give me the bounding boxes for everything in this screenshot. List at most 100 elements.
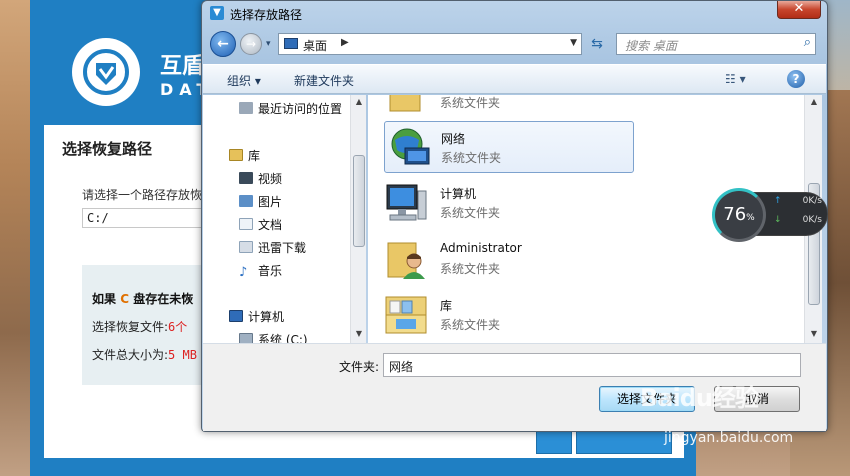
list-item-network[interactable]: 网络 系统文件夹 (384, 121, 634, 173)
app-shield-icon: ▼ (210, 6, 224, 20)
picture-icon (239, 195, 253, 207)
file-name: 库 (440, 299, 453, 313)
file-type: 系统文件夹 (440, 318, 501, 332)
nav-item-thunder-downloads[interactable]: 迅雷下载 (239, 239, 306, 256)
dialog-titlebar[interactable]: ▼ 选择存放路径 ✕ (202, 1, 827, 25)
nav-item-recent[interactable]: 最近访问的位置 (239, 100, 342, 117)
nav-item-libraries[interactable]: 库 (229, 147, 260, 164)
nav-item-computer[interactable]: 计算机 (229, 308, 284, 325)
usage-percent-unit: % (746, 213, 755, 223)
nav-item-documents[interactable]: 文档 (239, 216, 282, 233)
path-prompt: 请选择一个路径存放恢 (82, 188, 203, 202)
warning-suffix: 盘存在未恢 (133, 292, 194, 306)
new-folder-button[interactable]: 新建文件夹 (294, 72, 354, 89)
file-name: 计算机 (440, 187, 477, 201)
nav-label: 计算机 (248, 310, 285, 324)
file-name: Administrator (440, 241, 522, 255)
files-label: 选择恢复文件: (92, 320, 169, 334)
baidu-watermark: Baidu经验 jingyan.baidu.com (640, 378, 820, 462)
search-box[interactable]: 搜索 桌面 ⌕ (616, 33, 816, 55)
app-logo (72, 38, 140, 106)
nav-label: 文档 (258, 218, 283, 232)
navigation-bar: ← → ▾ 桌面 ▶ ▼ ⇆ 搜索 桌面 ⌕ (202, 29, 827, 61)
usage-percent: 76 (723, 204, 747, 225)
nav-label: 库 (248, 149, 261, 163)
close-button[interactable]: ✕ (777, 1, 821, 19)
file-type: 系统文件夹 (440, 96, 501, 110)
warning-prefix: 如果 (92, 292, 117, 306)
app-back-button[interactable] (536, 430, 572, 454)
navigation-pane: 最近访问的位置 库 视频 图片 文档 迅雷下载 ♪ 音乐 计算机 系统 (C:) (203, 95, 351, 343)
nav-label: 迅雷下载 (258, 241, 307, 255)
file-type: 系统文件夹 (441, 151, 502, 165)
command-toolbar: 组织 ▾ 新建文件夹 ☷ ▾ ? (203, 64, 826, 94)
panel-title: 选择恢复路径 (62, 140, 153, 158)
usage-gauge: 76% (712, 188, 766, 242)
address-bar[interactable]: 桌面 ▶ ▼ (278, 33, 582, 55)
file-type: 系统文件夹 (440, 262, 501, 276)
nav-item-music[interactable]: ♪ 音乐 (239, 262, 282, 279)
list-item-computer[interactable]: 计算机 系统文件夹 (368, 177, 632, 229)
list-item-libraries[interactable]: 库 系统文件夹 (368, 289, 632, 341)
nav-item-videos[interactable]: 视频 (239, 170, 282, 187)
nav-scroll-thumb[interactable] (353, 155, 365, 247)
music-note-icon: ♪ (239, 265, 248, 280)
user-folder-icon (384, 237, 430, 281)
address-dropdown-icon[interactable]: ▼ (570, 38, 577, 48)
scroll-up-icon[interactable]: ▲ (806, 95, 822, 109)
file-name: 网络 (441, 132, 466, 146)
recovery-path-input[interactable]: C:/ (82, 208, 212, 228)
help-icon[interactable]: ? (787, 70, 805, 88)
network-speed-widget[interactable]: ↑ 0K/s ↓ 0K/s 76% (712, 188, 828, 242)
nav-pane-scrollbar[interactable]: ▲ ▼ (350, 95, 366, 343)
nav-label: 系统 (C:) (258, 333, 308, 343)
network-globe-icon (387, 126, 433, 170)
background-app-window: 互盾 DAT 选择恢复路径 请选择一个路径存放恢 C:/ 如果 C 盘存在未恢 … (0, 0, 696, 476)
list-item-administrator[interactable]: Administrator 系统文件夹 (368, 233, 632, 285)
organize-button[interactable]: 组织 ▾ (227, 72, 261, 89)
forward-button[interactable]: → (240, 33, 262, 55)
nav-label: 音乐 (258, 264, 283, 278)
upload-arrow-icon: ↑ (774, 196, 782, 206)
search-placeholder: 搜索 桌面 (625, 39, 677, 53)
folder-label: 文件夹: (339, 360, 380, 374)
file-type: 系统文件夹 (440, 206, 501, 220)
nav-item-pictures[interactable]: 图片 (239, 193, 282, 210)
warning-drive: C (120, 292, 130, 306)
nav-label: 图片 (258, 195, 283, 209)
upload-speed: 0K/s (802, 196, 822, 206)
folder-name-input[interactable]: 网络 (383, 353, 801, 377)
search-icon[interactable]: ⌕ (804, 35, 811, 50)
view-options-icon[interactable]: ☷ ▾ (725, 72, 746, 86)
breadcrumb-arrow-icon[interactable]: ▶ (341, 37, 349, 48)
recent-places-icon (239, 102, 253, 114)
list-item[interactable]: 系统文件夹 (368, 95, 632, 119)
scroll-down-icon[interactable]: ▼ (351, 327, 367, 341)
shield-logo-icon (83, 49, 129, 95)
drive-icon (239, 333, 253, 343)
refresh-icon[interactable]: ⇆ (586, 33, 608, 55)
download-folder-icon (239, 241, 253, 253)
library-folder-icon (229, 149, 243, 161)
computer-monitor-icon (384, 181, 430, 225)
folder-icon (384, 95, 430, 115)
back-button[interactable]: ← (210, 31, 236, 57)
library-folder-icon (384, 293, 430, 337)
dialog-title: 选择存放路径 (230, 8, 303, 22)
nav-item-system-c[interactable]: 系统 (C:) (239, 331, 308, 343)
download-arrow-icon: ↓ (774, 215, 782, 225)
size-value: 5 MB (168, 348, 197, 362)
files-count-text: 选择恢复文件:6个 (92, 318, 187, 335)
watermark-brand: Baidu经验 (640, 384, 759, 412)
size-label: 文件总大小为: (92, 348, 169, 362)
document-icon (239, 218, 253, 230)
nav-label: 视频 (258, 172, 283, 186)
files-count: 6个 (168, 320, 188, 334)
total-size-text: 文件总大小为:5 MB (92, 346, 197, 363)
nav-label: 最近访问的位置 (258, 102, 343, 116)
scroll-down-icon[interactable]: ▼ (806, 327, 822, 341)
watermark-url: jingyan.baidu.com (664, 430, 794, 446)
video-icon (239, 172, 253, 184)
scroll-up-icon[interactable]: ▲ (351, 95, 367, 109)
history-dropdown-icon[interactable]: ▾ (266, 39, 271, 49)
